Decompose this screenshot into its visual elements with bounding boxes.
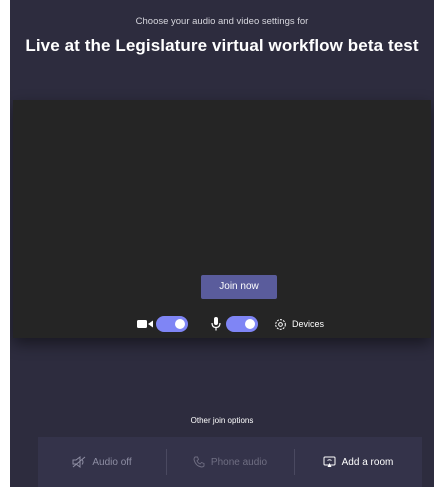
- room-cast-icon: [323, 456, 336, 467]
- camera-toggle[interactable]: [156, 316, 188, 332]
- pre-join-screen: Choose your audio and video settings for…: [10, 0, 434, 487]
- join-now-button[interactable]: Join now: [201, 275, 277, 299]
- settings-subtitle: Choose your audio and video settings for: [135, 16, 309, 27]
- microphone-toggle-knob: [245, 319, 255, 329]
- devices-label: Devices: [292, 319, 325, 329]
- meeting-title: Live at the Legislature virtual workflow…: [25, 36, 419, 55]
- camera-icon: [137, 320, 153, 328]
- phone-audio-option[interactable]: Phone audio: [166, 437, 294, 487]
- microphone-toggle[interactable]: [226, 316, 258, 332]
- microphone-icon: [211, 317, 221, 331]
- add-a-room-label: Add a room: [341, 456, 394, 468]
- speaker-off-icon: [72, 456, 86, 468]
- add-a-room-option[interactable]: Add a room: [294, 437, 422, 487]
- phone-icon: [193, 456, 205, 468]
- other-join-options-bar: Audio off Phone audio Add a room: [38, 437, 422, 487]
- camera-toggle-knob: [175, 319, 185, 329]
- audio-off-label: Audio off: [92, 456, 132, 468]
- other-join-options-heading: Other join options: [190, 416, 254, 425]
- audio-off-option[interactable]: Audio off: [38, 437, 166, 487]
- phone-audio-label: Phone audio: [210, 456, 268, 468]
- video-preview: [13, 100, 431, 338]
- pre-join-header: Choose your audio and video settings for…: [10, 0, 434, 100]
- devices-button[interactable]: Devices: [274, 316, 324, 332]
- gear-icon: [275, 318, 286, 330]
- av-controls: Devices: [10, 314, 434, 334]
